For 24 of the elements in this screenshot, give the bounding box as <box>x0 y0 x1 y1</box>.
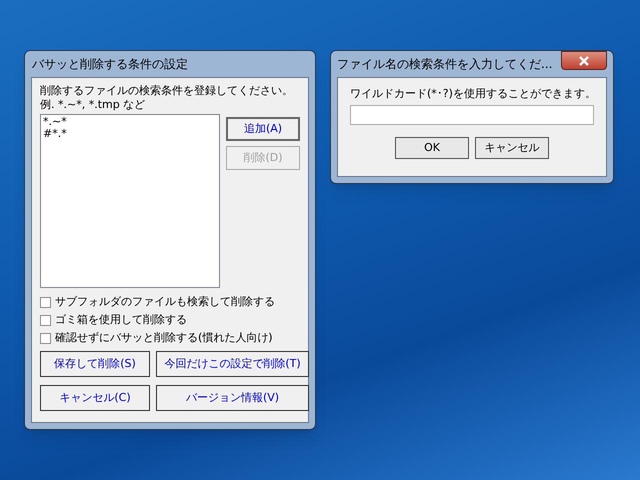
close-icon <box>579 56 589 66</box>
list-item[interactable]: #*.* <box>43 128 217 140</box>
button[interactable]: 今回だけこの設定で削除(T) <box>156 351 309 377</box>
button[interactable]: 保存して削除(S) <box>40 351 150 377</box>
checkbox-label[interactable]: 確認せずにバサッと削除する(慣れた人向け) <box>55 330 273 347</box>
window-title: バサッと削除する条件の設定 <box>31 56 189 73</box>
button[interactable]: キャンセル(C) <box>40 385 150 411</box>
input-field[interactable] <box>350 105 594 125</box>
example-text: 例. *.~*, *.tmp など <box>40 98 146 112</box>
button[interactable]: バージョン情報(V) <box>156 385 309 411</box>
pattern-list[interactable]: *.~* #*.* <box>40 114 220 288</box>
button[interactable]: 追加(A) <box>226 117 300 141</box>
window-title: ファイル名の検索条件を入力してくだ... <box>337 56 552 73</box>
list-item[interactable]: *.~* <box>43 116 217 128</box>
checkbox[interactable] <box>40 333 51 344</box>
checkbox[interactable] <box>40 297 51 308</box>
checkbox[interactable] <box>40 315 51 326</box>
prompt-text: ワイルドカード(*･?)を使用することができます。 <box>350 86 594 102</box>
button[interactable]: OK <box>395 137 469 159</box>
button[interactable]: キャンセル <box>475 137 549 159</box>
instruction-text: 削除するファイルの検索条件を登録してください。 <box>40 84 294 98</box>
close-button[interactable] <box>561 51 607 70</box>
checkbox-label[interactable]: ゴミ箱を使用して削除する <box>55 312 187 329</box>
checkbox-label[interactable]: サブフォルダのファイルも検索して削除する <box>55 294 275 311</box>
